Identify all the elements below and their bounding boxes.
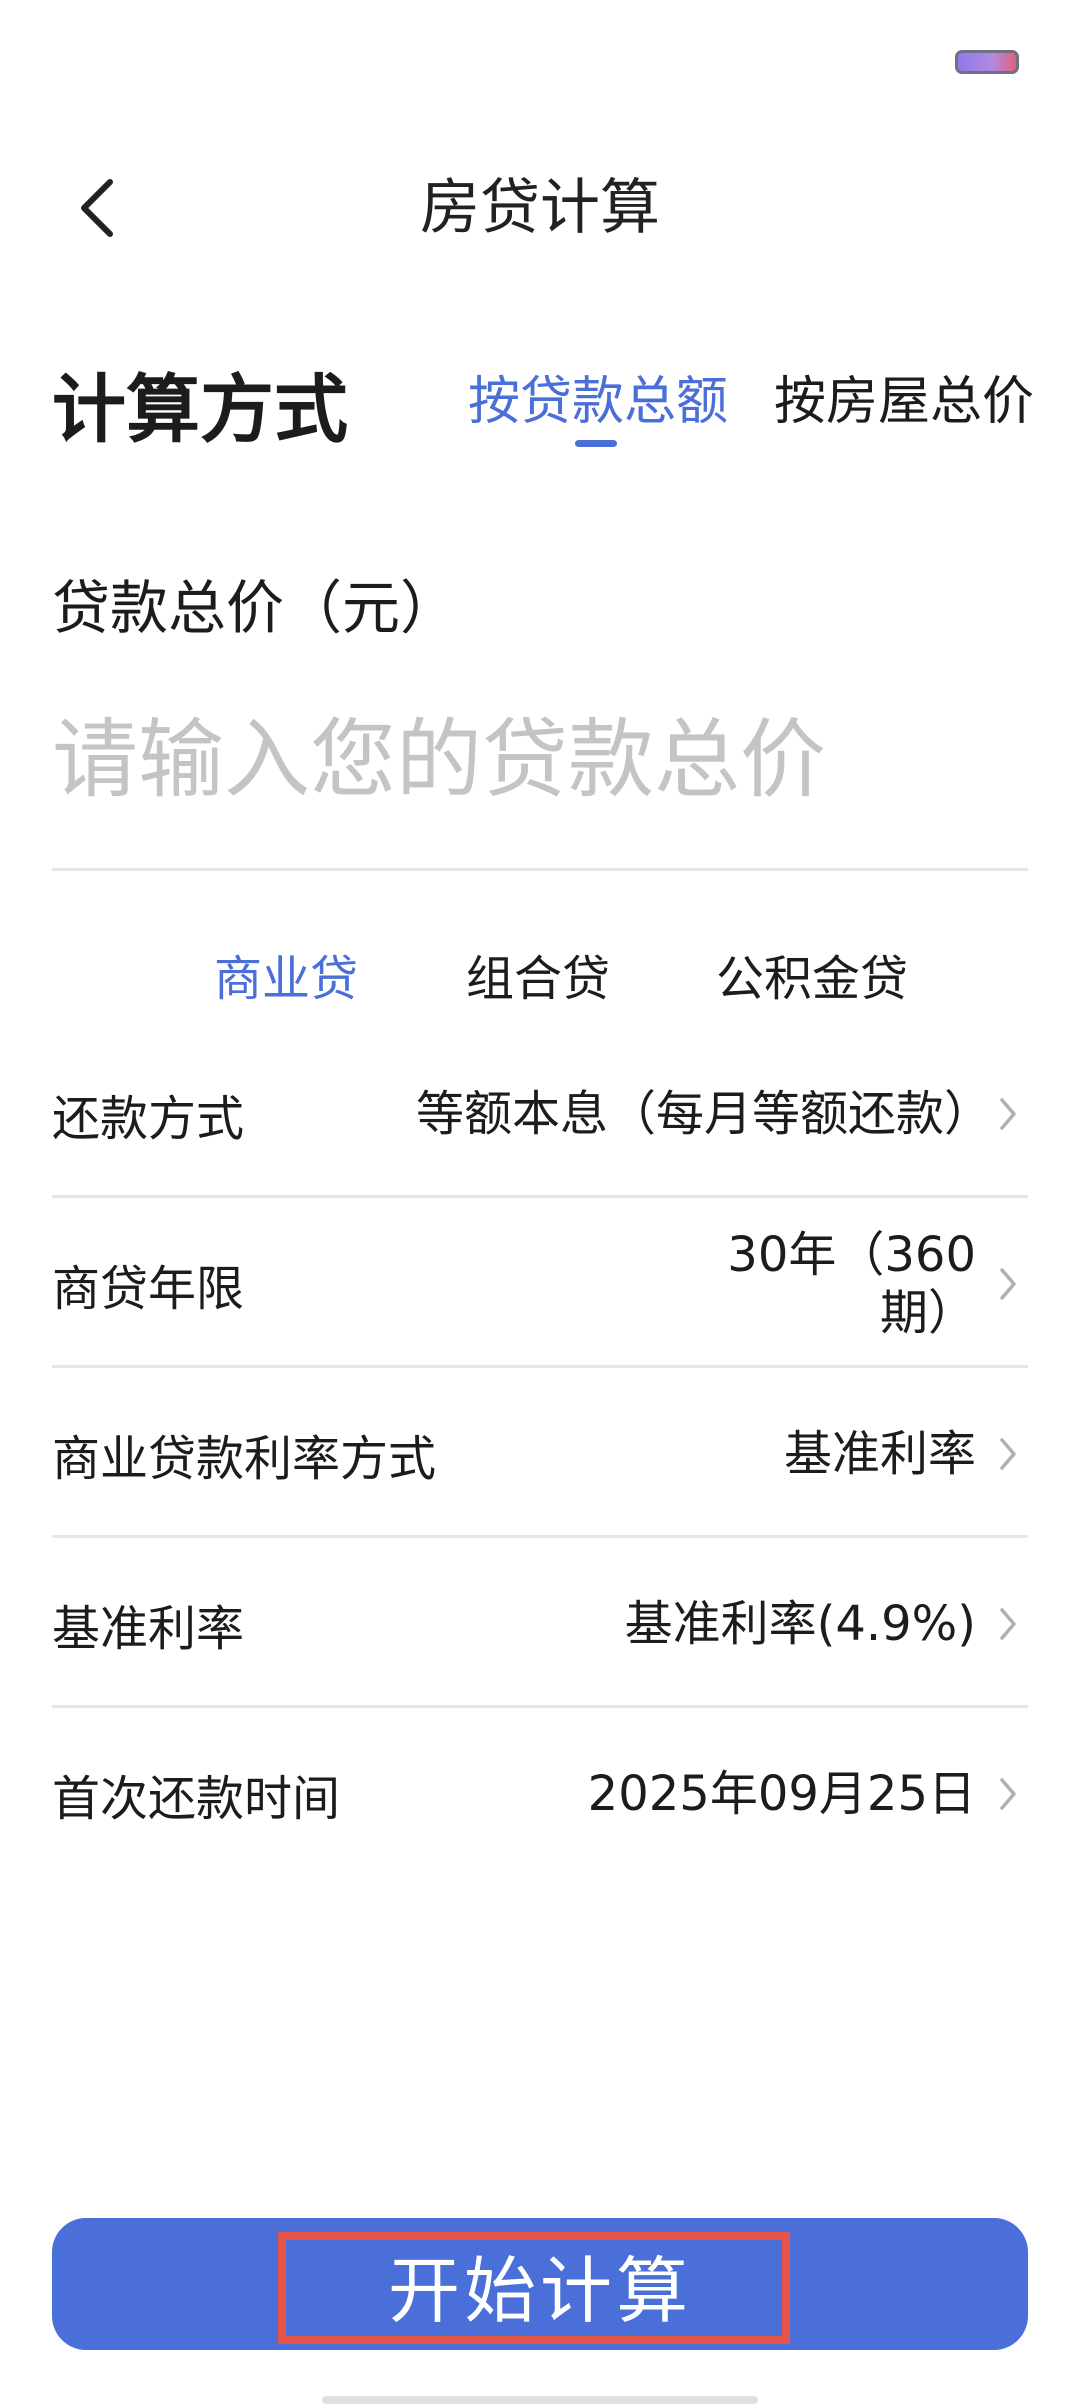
page-title: 房贷计算 — [420, 173, 660, 243]
row-label: 首次还款时间 — [52, 1771, 341, 1827]
chevron-right-icon — [988, 1540, 1028, 1708]
divider — [52, 1705, 1028, 1708]
chevron-right-icon — [988, 1200, 1028, 1368]
tab-by-house-price[interactable]: 按房屋总价 — [774, 364, 1034, 440]
chevron-right-icon — [988, 1370, 1028, 1538]
row-value: 等额本息（每月等额还款） — [416, 1086, 993, 1142]
row-value: 30年（360期） — [727, 1227, 976, 1341]
start-calculation-label: 开始计算 — [387, 2251, 692, 2332]
row-first-payment-date[interactable]: 首次还款时间 2025年09月25日 — [52, 1710, 1028, 1878]
chevron-right-icon — [988, 1030, 1028, 1198]
row-label: 商业贷款利率方式 — [52, 1431, 437, 1487]
tab-combined-loan[interactable]: 组合贷 — [466, 944, 610, 1014]
divider — [52, 1365, 1028, 1368]
row-rate-method[interactable]: 商业贷款利率方式 基准利率 — [52, 1370, 1028, 1538]
row-repayment-method[interactable]: 还款方式 等额本息（每月等额还款） — [52, 1030, 1028, 1198]
divider — [52, 868, 1028, 871]
row-value: 2025年09月25日 — [587, 1766, 976, 1822]
tab-commercial-loan[interactable]: 商业贷 — [214, 944, 358, 1014]
start-calculation-button[interactable]: 开始计算 — [52, 2218, 1028, 2350]
row-value: 基准利率 — [783, 1426, 976, 1482]
battery-icon — [955, 50, 1019, 74]
tab-provident-fund-loan[interactable]: 公积金贷 — [716, 944, 908, 1014]
divider — [52, 1195, 1028, 1198]
row-value: 基准利率(4.9%) — [624, 1596, 976, 1652]
chevron-right-icon — [988, 1710, 1028, 1878]
row-label: 商贷年限 — [52, 1261, 245, 1317]
home-indicator — [322, 2396, 758, 2404]
loan-amount-label: 贷款总价（元） — [52, 574, 459, 642]
calc-method-label: 计算方式 — [52, 367, 348, 453]
row-base-rate[interactable]: 基准利率 基准利率(4.9%) — [52, 1540, 1028, 1708]
tab-by-loan-amount[interactable]: 按贷款总额 — [468, 364, 728, 440]
row-label: 基准利率 — [52, 1601, 245, 1657]
tab-active-indicator — [575, 440, 617, 447]
row-loan-term[interactable]: 商贷年限 30年（360期） — [52, 1200, 1028, 1368]
loan-amount-input[interactable] — [52, 700, 1028, 820]
row-label: 还款方式 — [52, 1091, 245, 1147]
divider — [52, 1535, 1028, 1538]
